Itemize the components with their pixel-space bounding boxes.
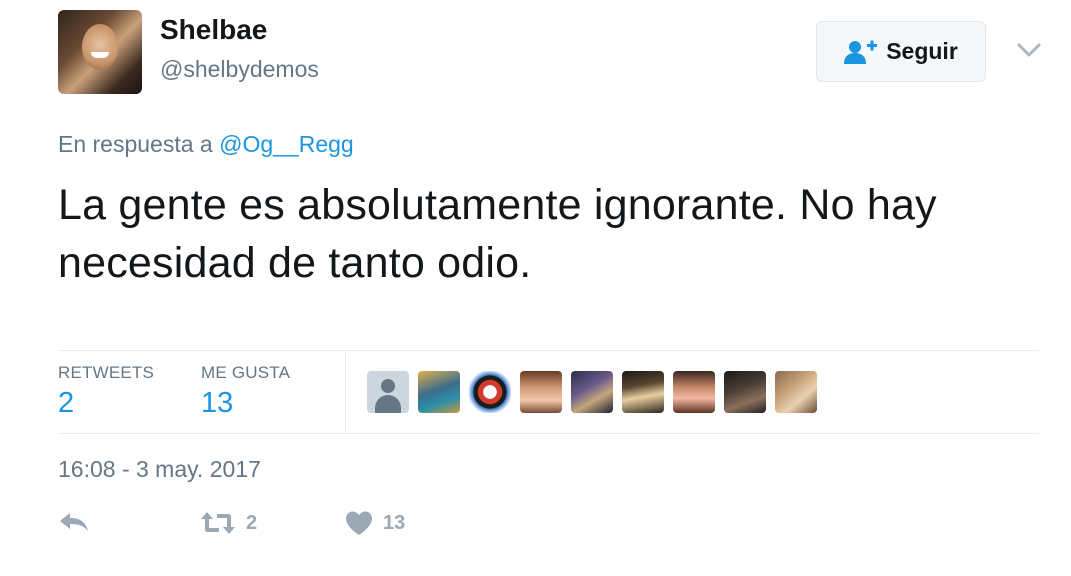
caret-down-icon[interactable] xyxy=(1015,38,1043,62)
liker-avatar[interactable] xyxy=(418,371,460,413)
reply-context: En respuesta a @Og__Regg xyxy=(58,131,354,158)
like-count: 13 xyxy=(383,511,406,534)
avatar-face xyxy=(82,24,118,70)
retweets-count: 2 xyxy=(58,387,75,419)
follow-user-icon xyxy=(844,40,878,64)
liker-avatar[interactable] xyxy=(367,371,409,413)
reply-mention-link[interactable]: @Og__Regg xyxy=(219,131,354,157)
retweets-label: RETWEETS xyxy=(58,363,155,382)
avatar[interactable] xyxy=(58,10,142,94)
screen-name[interactable]: @shelbydemos xyxy=(160,56,319,83)
reply-prefix: En respuesta a xyxy=(58,131,213,157)
retweet-count: 2 xyxy=(246,511,258,534)
retweet-icon xyxy=(201,512,235,534)
liker-avatar[interactable] xyxy=(724,371,766,413)
retweet-button[interactable]: 2 xyxy=(200,510,257,536)
reply-button[interactable] xyxy=(58,510,90,534)
likes-stat[interactable]: ME GUSTA 13 xyxy=(201,363,290,420)
retweets-stat[interactable]: RETWEETS 2 xyxy=(58,363,154,420)
tweet-timestamp[interactable]: 16:08 - 3 may. 2017 xyxy=(58,456,261,483)
stats-divider xyxy=(345,351,346,433)
likes-count: 13 xyxy=(201,387,234,419)
tweet-stats: RETWEETS 2 ME GUSTA 13 xyxy=(58,350,1039,434)
heart-icon xyxy=(346,511,372,535)
reply-icon xyxy=(60,513,88,531)
tweet-text: La gente es absolutamente ignorante. No … xyxy=(58,181,937,287)
default-profile-head xyxy=(381,379,395,393)
liker-avatar[interactable] xyxy=(622,371,664,413)
liker-avatar[interactable] xyxy=(469,371,511,413)
likes-label: ME GUSTA xyxy=(201,363,291,382)
liker-avatars xyxy=(367,371,817,413)
liker-avatar[interactable] xyxy=(571,371,613,413)
liker-avatar[interactable] xyxy=(520,371,562,413)
liker-avatar[interactable] xyxy=(775,371,817,413)
like-button[interactable]: 13 xyxy=(345,510,405,536)
display-name[interactable]: Shelbae xyxy=(160,14,267,46)
liker-avatar[interactable] xyxy=(673,371,715,413)
follow-button[interactable]: Seguir xyxy=(816,21,986,82)
follow-button-label: Seguir xyxy=(886,38,958,64)
default-profile-body xyxy=(375,395,401,413)
